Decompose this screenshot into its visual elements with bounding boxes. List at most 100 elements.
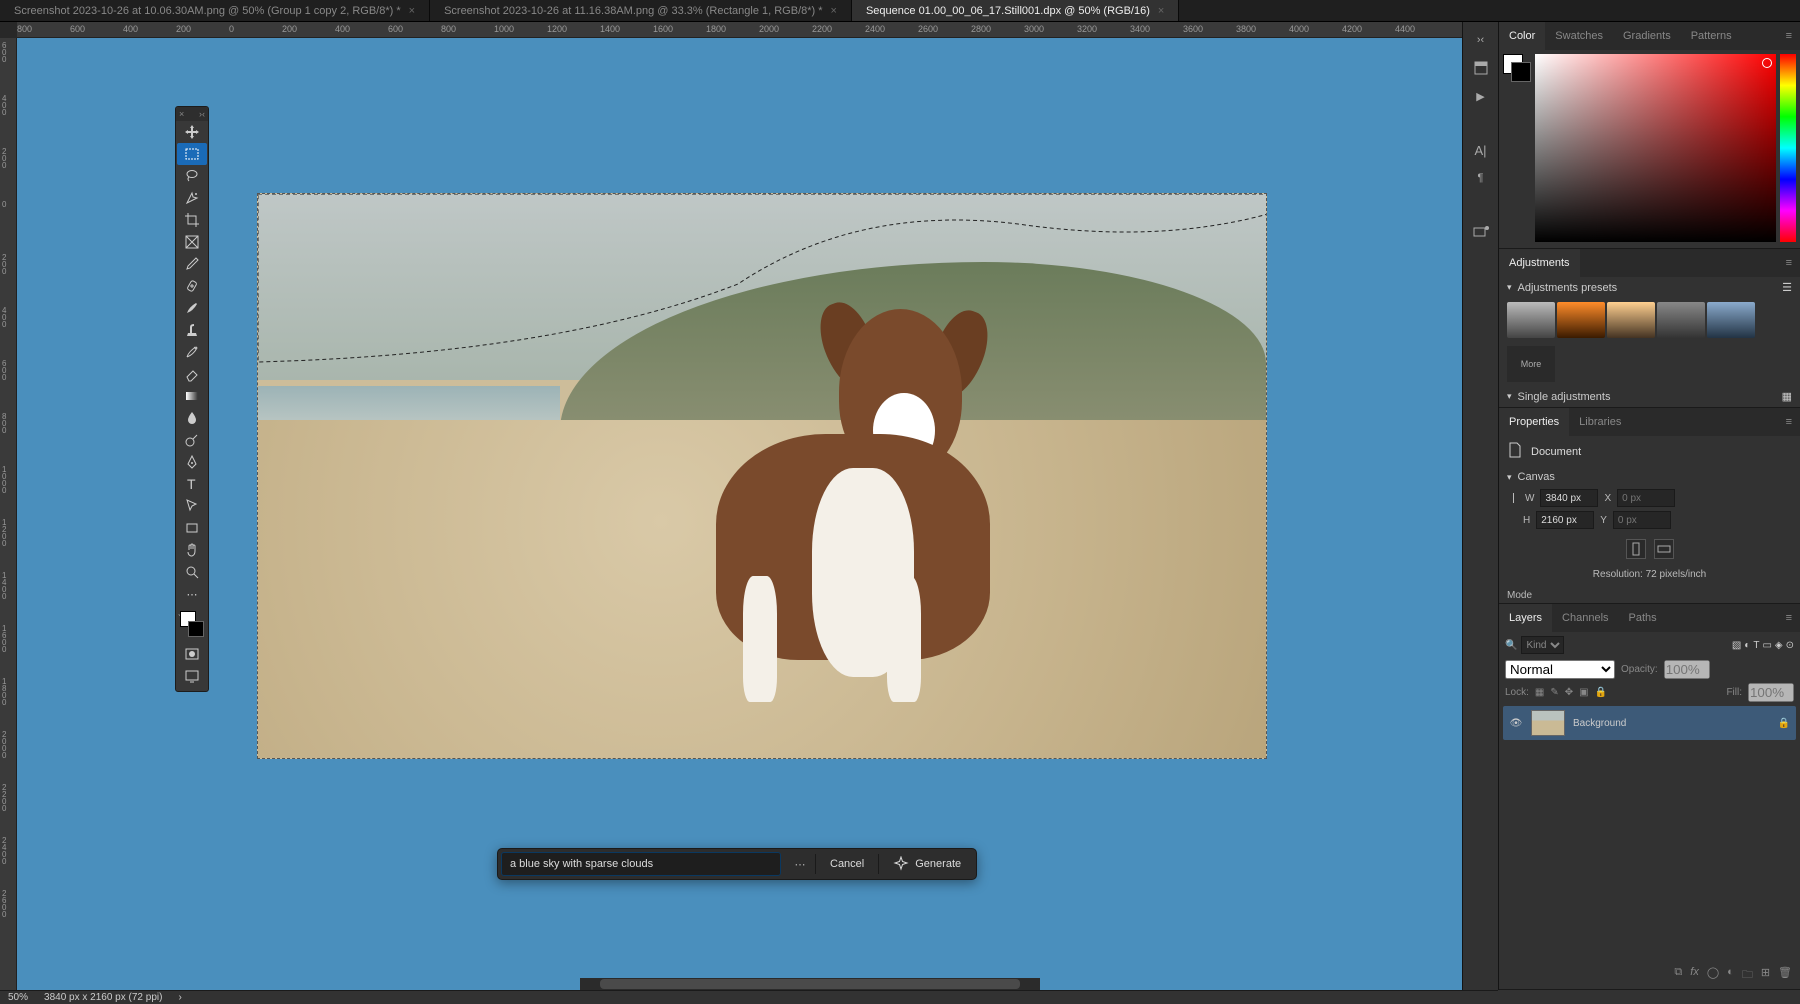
blur-tool[interactable]: [177, 407, 207, 429]
fill-input[interactable]: [1748, 683, 1794, 702]
lock-brush-icon[interactable]: ✎: [1550, 687, 1558, 698]
panel-menu-icon[interactable]: ≡: [1778, 416, 1800, 428]
doc-tab-0[interactable]: Screenshot 2023-10-26 at 10.06.30AM.png …: [0, 0, 430, 21]
status-more-icon[interactable]: ›: [178, 992, 181, 1003]
dodge-tool[interactable]: [177, 429, 207, 451]
doc-tab-2[interactable]: Sequence 01.00_00_06_17.Still001.dpx @ 5…: [852, 0, 1179, 21]
blend-mode-select[interactable]: Normal: [1505, 660, 1615, 679]
preset-thumb[interactable]: [1507, 302, 1555, 338]
path-select-tool[interactable]: [177, 495, 207, 517]
list-view-icon[interactable]: ☰: [1782, 281, 1792, 294]
move-tool[interactable]: [177, 121, 207, 143]
filter-toggle[interactable]: ⊙: [1786, 640, 1794, 651]
scroll-thumb[interactable]: [600, 979, 1020, 989]
lock-pixels-icon[interactable]: ▦: [1535, 687, 1544, 698]
character-panel-icon[interactable]: A|: [1471, 140, 1491, 160]
hand-tool[interactable]: [177, 539, 207, 561]
color-fgbg[interactable]: [1503, 54, 1531, 82]
tab-properties[interactable]: Properties: [1499, 408, 1569, 436]
color-swatches[interactable]: ⤺: [178, 609, 206, 639]
preset-thumb[interactable]: [1657, 302, 1705, 338]
filter-pixel-icon[interactable]: ▧: [1732, 640, 1741, 651]
brush-tool[interactable]: [177, 297, 207, 319]
close-icon[interactable]: ×: [179, 109, 184, 119]
tab-paths[interactable]: Paths: [1619, 604, 1667, 632]
quick-mask-toggle[interactable]: [177, 643, 207, 665]
more-presets-button[interactable]: More: [1507, 346, 1555, 382]
gradient-tool[interactable]: [177, 385, 207, 407]
canvas-section-head[interactable]: ▾ Canvas: [1499, 467, 1800, 487]
canvas-viewport[interactable]: × ›‹ T: [17, 38, 1462, 990]
link-wh-icon[interactable]: ⎯⎯: [1507, 493, 1519, 503]
horizontal-scrollbar[interactable]: [580, 978, 1040, 990]
layer-name[interactable]: Background: [1573, 718, 1626, 729]
marquee-tool[interactable]: [177, 143, 207, 165]
lock-icon[interactable]: 🔒: [1778, 718, 1790, 729]
tab-patterns[interactable]: Patterns: [1681, 22, 1742, 50]
history-brush-tool[interactable]: [177, 341, 207, 363]
eyedropper-tool[interactable]: [177, 253, 207, 275]
frame-tool[interactable]: [177, 231, 207, 253]
quick-select-tool[interactable]: [177, 187, 207, 209]
zoom-level[interactable]: 50%: [8, 992, 28, 1003]
tab-color[interactable]: Color: [1499, 22, 1545, 50]
preset-thumb[interactable]: [1557, 302, 1605, 338]
orientation-portrait-button[interactable]: [1626, 539, 1646, 559]
lock-all-icon[interactable]: 🔒: [1595, 687, 1607, 698]
height-input[interactable]: [1536, 511, 1594, 529]
tab-adjustments[interactable]: Adjustments: [1499, 249, 1580, 277]
panel-menu-icon[interactable]: ≡: [1778, 30, 1800, 42]
background-swatch[interactable]: [188, 621, 204, 637]
generate-button[interactable]: Generate: [881, 852, 973, 876]
panel-menu-icon[interactable]: ≡: [1778, 257, 1800, 269]
adjustment-layer-icon[interactable]: ◐: [1727, 966, 1734, 985]
group-icon[interactable]: 🗀: [1742, 966, 1753, 985]
filter-type-icon[interactable]: T: [1753, 640, 1759, 651]
tab-layers[interactable]: Layers: [1499, 604, 1552, 632]
single-adjustments-head[interactable]: ▾ Single adjustments ▦: [1499, 386, 1800, 407]
filter-shape-icon[interactable]: ▭: [1762, 640, 1771, 651]
paragraph-panel-icon[interactable]: ¶: [1471, 168, 1491, 188]
y-input[interactable]: [1613, 511, 1671, 529]
link-layers-icon[interactable]: ⧉: [1674, 966, 1682, 985]
canvas-document[interactable]: [257, 193, 1267, 759]
lock-position-icon[interactable]: ✥: [1565, 687, 1573, 698]
doc-tab-1[interactable]: Screenshot 2023-10-26 at 11.16.38AM.png …: [430, 0, 852, 21]
new-layer-icon[interactable]: ⊞: [1761, 966, 1770, 985]
ruler-vertical[interactable]: 6 0 04 0 02 0 002 0 04 0 06 0 08 0 01 0 …: [0, 38, 17, 990]
close-icon[interactable]: ×: [1158, 5, 1164, 17]
lasso-tool[interactable]: [177, 165, 207, 187]
collapse-icon[interactable]: ›‹: [199, 109, 205, 119]
close-icon[interactable]: ×: [409, 5, 415, 17]
expand-panels-icon[interactable]: ›‹: [1471, 30, 1491, 50]
eraser-tool[interactable]: [177, 363, 207, 385]
tab-channels[interactable]: Channels: [1552, 604, 1618, 632]
document-dimensions[interactable]: 3840 px x 2160 px (72 ppi): [44, 992, 162, 1003]
hue-slider[interactable]: [1780, 54, 1796, 242]
crop-tool[interactable]: [177, 209, 207, 231]
layer-row-background[interactable]: 👁 Background 🔒: [1503, 706, 1796, 740]
tools-panel-grip[interactable]: × ›‹: [176, 107, 208, 121]
filter-smart-icon[interactable]: ◈: [1775, 640, 1783, 651]
grid-view-icon[interactable]: ▦: [1782, 390, 1792, 403]
clone-stamp-tool[interactable]: [177, 319, 207, 341]
type-tool[interactable]: T: [177, 473, 207, 495]
visibility-toggle-icon[interactable]: 👁: [1509, 718, 1523, 729]
actions-panel-icon[interactable]: ▶: [1471, 86, 1491, 106]
pen-tool[interactable]: [177, 451, 207, 473]
color-field[interactable]: [1535, 54, 1776, 242]
width-input[interactable]: [1540, 489, 1598, 507]
healing-tool[interactable]: [177, 275, 207, 297]
panel-menu-icon[interactable]: ≡: [1778, 612, 1800, 624]
opacity-input[interactable]: [1664, 660, 1710, 679]
close-icon[interactable]: ×: [831, 5, 837, 17]
shape-tool[interactable]: [177, 517, 207, 539]
cancel-button[interactable]: Cancel: [818, 852, 876, 876]
screen-mode-toggle[interactable]: [177, 665, 207, 687]
tab-libraries[interactable]: Libraries: [1569, 408, 1631, 436]
tab-gradients[interactable]: Gradients: [1613, 22, 1681, 50]
ruler-horizontal[interactable]: 8006004002000200400600800100012001400160…: [17, 22, 1462, 38]
filter-adjust-icon[interactable]: ◐: [1744, 640, 1750, 651]
mask-icon[interactable]: ◯: [1707, 966, 1719, 985]
more-tools[interactable]: ⋯: [177, 583, 207, 605]
